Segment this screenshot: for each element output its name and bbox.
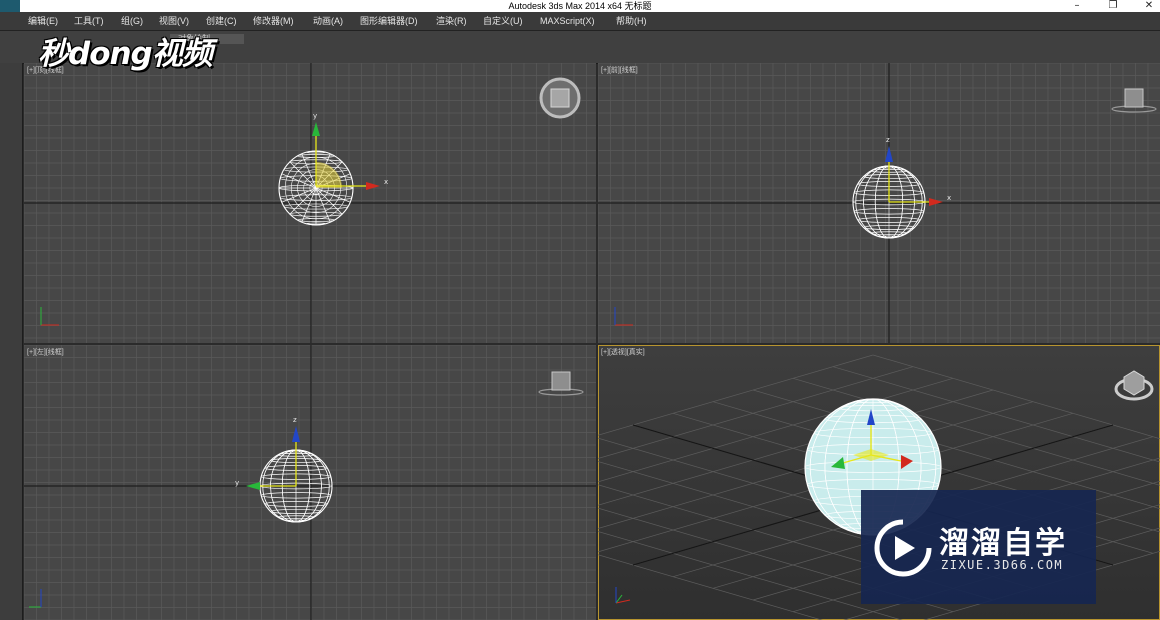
axis-tripod-icon bbox=[40, 307, 59, 326]
brand-watermark: 溜溜自学 ZIXUE.3D66.COM bbox=[861, 490, 1096, 604]
y-arrow-icon bbox=[312, 122, 320, 136]
menu-tools[interactable]: 工具(T) bbox=[74, 12, 104, 30]
viewcube-icon[interactable] bbox=[538, 371, 584, 396]
menu-create[interactable]: 创建(C) bbox=[206, 12, 237, 30]
viewport-left[interactable]: y z [+][左][线框] bbox=[24, 345, 596, 620]
menu-help[interactable]: 帮助(H) bbox=[616, 12, 647, 30]
viewcube-icon[interactable] bbox=[539, 77, 581, 119]
axis-tripod-icon bbox=[615, 587, 631, 604]
video-watermark-logo: 秒dong视频 bbox=[38, 36, 213, 72]
axis-tripod-icon bbox=[614, 307, 633, 326]
left-command-strip bbox=[0, 63, 23, 620]
window-title: Autodesk 3ds Max 2014 x64 无标题 bbox=[508, 1, 652, 11]
x-arrow-icon bbox=[929, 198, 943, 206]
axis-tripod-icon bbox=[29, 589, 42, 608]
menu-modifiers[interactable]: 修改器(M) bbox=[253, 12, 294, 30]
viewport-label-front[interactable]: [+][前][线框] bbox=[601, 65, 638, 75]
brand-name: 溜溜自学 bbox=[939, 526, 1067, 561]
menu-animation[interactable]: 动画(A) bbox=[313, 12, 343, 30]
title-bar: Autodesk 3ds Max 2014 x64 无标题 – ❐ ✕ bbox=[0, 0, 1160, 12]
menu-graph-editors[interactable]: 图形编辑器(D) bbox=[360, 12, 418, 30]
menu-bar: 编辑(E) 工具(T) 组(G) 视图(V) 创建(C) 修改器(M) 动画(A… bbox=[0, 12, 1160, 31]
menu-customize[interactable]: 自定义(U) bbox=[483, 12, 523, 30]
close-button[interactable]: ✕ bbox=[1134, 0, 1160, 12]
minimize-button[interactable]: – bbox=[1062, 0, 1092, 12]
y-axis-label: y bbox=[313, 112, 317, 120]
viewport-label-perspective[interactable]: [+][透视][真实] bbox=[601, 347, 645, 357]
menu-maxscript[interactable]: MAXScript(X) bbox=[540, 12, 595, 30]
z-axis-label: z bbox=[886, 136, 890, 144]
viewport-front[interactable]: x z [+][前][线框] bbox=[598, 63, 1160, 343]
front-viewport-canvas: x z bbox=[598, 63, 1160, 343]
z-axis-label: z bbox=[293, 416, 297, 424]
y-axis-label: y bbox=[235, 479, 239, 487]
top-viewport-canvas: x y bbox=[24, 63, 596, 343]
x-axis-label: x bbox=[947, 194, 951, 202]
brand-url: ZIXUE.3D66.COM bbox=[941, 558, 1064, 572]
x-axis-label: x bbox=[384, 178, 388, 186]
left-viewport-canvas: y z bbox=[24, 345, 596, 620]
viewcube-icon[interactable] bbox=[1114, 370, 1154, 401]
menu-views[interactable]: 视图(V) bbox=[159, 12, 189, 30]
menu-group[interactable]: 组(G) bbox=[121, 12, 143, 30]
y-arrow-icon bbox=[246, 482, 260, 490]
menu-rendering[interactable]: 渲染(R) bbox=[436, 12, 467, 30]
viewport-top[interactable]: x y [+][顶][线框] bbox=[24, 63, 596, 343]
play-logo-icon bbox=[874, 519, 932, 577]
x-arrow-icon bbox=[366, 182, 380, 190]
viewport-label-left[interactable]: [+][左][线框] bbox=[27, 347, 64, 357]
restore-button[interactable]: ❐ bbox=[1098, 0, 1128, 12]
z-arrow-icon bbox=[885, 146, 893, 162]
menu-edit[interactable]: 编辑(E) bbox=[28, 12, 58, 30]
